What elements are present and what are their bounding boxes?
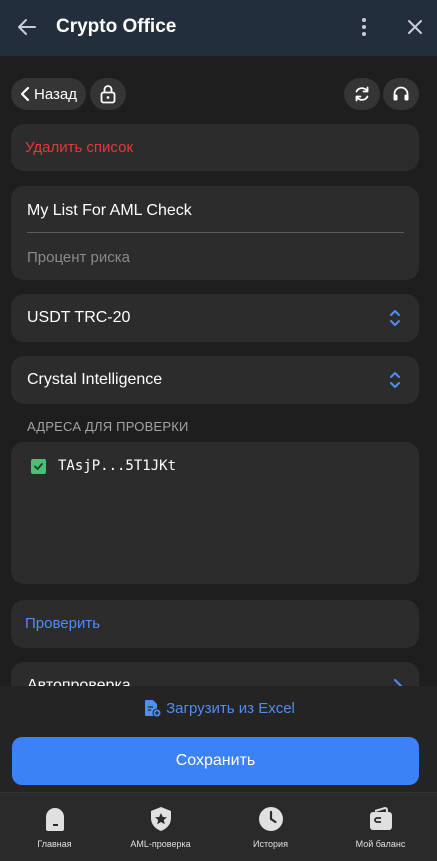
address-value: TAsjP...5T1JKt — [58, 458, 177, 474]
back-arrow-icon[interactable] — [14, 14, 40, 40]
list-form-card: My List For AML Check Процент риска — [11, 186, 419, 280]
nav-label: Главная — [37, 839, 72, 849]
nav-label: История — [253, 839, 288, 849]
upload-excel-link[interactable]: Загрузить из Excel — [0, 698, 437, 718]
shield-star-icon — [150, 807, 171, 831]
chevron-up-down-icon — [390, 372, 400, 388]
back-button[interactable]: Назад — [11, 78, 86, 110]
main-content[interactable]: Назад Удалить список My List For AML Che… — [0, 56, 437, 686]
delete-list-label: Удалить список — [25, 139, 134, 156]
address-checkbox[interactable] — [31, 458, 46, 474]
clock-icon — [258, 807, 283, 831]
chevron-up-down-icon — [390, 310, 400, 326]
title-bar: Crypto Office — [0, 0, 437, 56]
nav-item-aml-check[interactable]: AML-проверка — [106, 793, 215, 861]
divider — [27, 232, 404, 233]
bottom-nav: Главная AML-проверка История Мой баланс — [0, 792, 437, 861]
app-title: Crypto Office — [56, 16, 177, 37]
lock-icon — [100, 85, 116, 104]
chevron-right-icon — [394, 679, 402, 686]
coin-select-value: USDT TRC-20 — [27, 309, 131, 326]
addresses-list[interactable]: TAsjP...5T1JKt — [11, 442, 419, 584]
list-name-field[interactable]: My List For AML Check — [27, 202, 192, 220]
auto-check-label: Автопроверка — [27, 677, 131, 686]
list-item[interactable]: TAsjP...5T1JKt — [31, 458, 176, 474]
bottom-action-panel: Загрузить из Excel Сохранить — [0, 686, 437, 792]
more-vertical-icon[interactable] — [352, 14, 376, 40]
nav-label: AML-проверка — [130, 839, 191, 849]
home-icon — [45, 808, 64, 831]
delete-list-button[interactable]: Удалить список — [11, 124, 419, 171]
refresh-icon — [355, 86, 369, 102]
nav-item-home[interactable]: Главная — [0, 793, 109, 861]
risk-percent-field[interactable]: Процент риска — [27, 249, 130, 266]
file-add-icon — [145, 700, 162, 718]
upload-excel-label: Загрузить из Excel — [166, 699, 295, 717]
lock-button[interactable] — [90, 78, 126, 110]
addresses-section-label: АДРЕСА ДЛЯ ПРОВЕРКИ — [27, 419, 189, 434]
provider-select-value: Crystal Intelligence — [27, 371, 163, 388]
check-button-label: Проверить — [25, 615, 101, 632]
support-button[interactable] — [383, 78, 419, 110]
save-button[interactable]: Сохранить — [12, 737, 419, 785]
check-button[interactable]: Проверить — [11, 600, 419, 648]
coin-select[interactable]: USDT TRC-20 — [11, 294, 419, 342]
auto-check-row[interactable]: Автопроверка — [11, 662, 419, 686]
headset-icon — [393, 86, 409, 101]
wallet-icon — [369, 806, 392, 830]
save-button-label: Сохранить — [175, 752, 256, 769]
nav-item-history[interactable]: История — [216, 793, 325, 861]
nav-item-balance[interactable]: Мой баланс — [326, 793, 435, 861]
close-icon[interactable] — [403, 14, 427, 40]
chevron-left-icon — [20, 86, 30, 102]
checkmark-icon — [34, 462, 43, 470]
refresh-button[interactable] — [344, 78, 380, 110]
nav-label: Мой баланс — [355, 839, 406, 849]
provider-select[interactable]: Crystal Intelligence — [11, 356, 419, 404]
back-button-label: Назад — [34, 85, 77, 103]
